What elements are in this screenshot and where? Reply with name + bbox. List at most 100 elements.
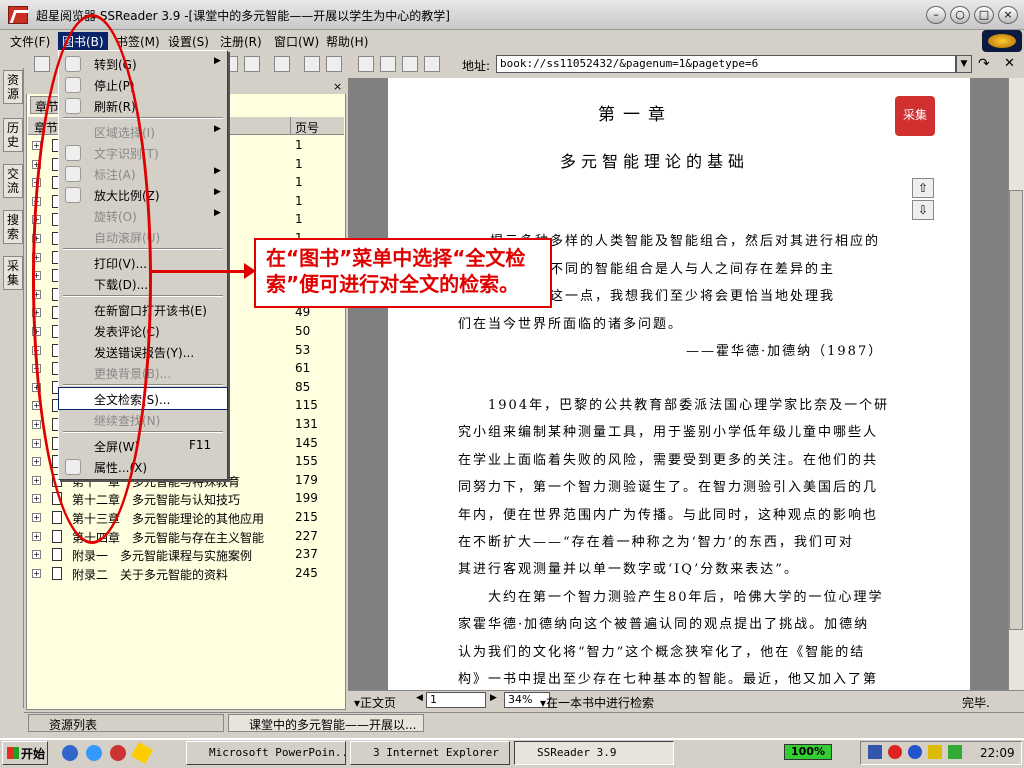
prev-page-icon[interactable]: ◀ [416,693,423,703]
column-header-page[interactable]: 页号 [290,117,340,135]
tree-row[interactable]: + 附录二 关于多元智能的资料 245 [30,565,344,583]
side-tab-resources[interactable]: 资源 [3,70,23,104]
submenu-arrow-icon: ▶ [214,124,221,134]
load-status: 完毕. [962,696,990,710]
book-icon [52,511,62,524]
task-ssreader[interactable]: SSReader 3.9 [514,741,674,765]
down-arrow-icon[interactable] [424,56,440,72]
chapter-page: 1 [295,193,303,208]
start-button[interactable]: 开始 [2,741,48,765]
menu-help[interactable]: 帮助(H) [322,32,372,51]
tray-icon[interactable] [928,745,942,759]
menu-file[interactable]: 文件(F) [6,32,54,51]
chapter-title: 附录二 关于多元智能的资料 [72,567,229,582]
chapter-heading: 第一章 [598,105,673,125]
expand-toggle-icon[interactable]: + [32,420,41,429]
app-quicklaunch-icon[interactable] [110,745,126,761]
toolbar-icon[interactable] [244,56,260,72]
side-tab-history[interactable]: 历史 [3,118,23,152]
panel-close-button[interactable]: × [333,80,342,93]
menu-register[interactable]: 注册(R) [216,32,266,51]
tray-icon[interactable] [868,745,882,759]
page-number-input[interactable]: 1 [426,692,486,708]
side-tab-exchange[interactable]: 交流 [3,164,23,198]
tray-icon[interactable] [888,745,902,759]
body-line: 1904年，巴黎的公共教育部委派法国心理学家比奈及一个研 [488,398,890,413]
epigraph-author: ——霍华德·加德纳（1987） [686,344,884,359]
brand-globe-icon [982,30,1022,52]
toolbar-icon[interactable] [326,56,342,72]
address-input[interactable]: book://ss11052432/&pagenum=1&pagetype=6 [496,55,956,73]
highlight-oval [32,14,152,544]
epigraph-line: 们在当今世界所面临的诸多问题。 [458,316,684,332]
highlight-icon[interactable] [274,56,290,72]
menu-window[interactable]: 窗口(W) [270,32,323,51]
task-internet-explorer[interactable]: 3 Internet Explorer [350,741,510,765]
body-line: 其进行客观测量并以单一数字或‘IQ’分数来表达”。 [458,562,799,578]
side-tab-search[interactable]: 搜索 [3,210,23,244]
callout-text: 在“图书”菜单中选择“全文检索”便可进行对全文的检索。 [266,246,526,296]
expand-toggle-icon[interactable]: + [32,494,41,504]
body-line: 在学业上面临着失败的风险，需要受到更多的关注。在他们的共 [458,452,879,468]
book-icon [52,529,62,543]
chapter-page: 1 [295,175,303,190]
tray-icon[interactable] [908,745,922,759]
address-close-icon[interactable]: ✕ [1004,56,1015,71]
toolbar-icon[interactable] [358,56,374,72]
body-line: 大约在第一个智力测验产生80年后，哈佛大学的一位心理学 [488,589,884,605]
side-tab-collect[interactable]: 采集 [3,256,23,290]
minimize-button[interactable]: – [926,6,946,24]
outlook-quicklaunch-icon[interactable] [86,745,102,761]
submenu-arrow-icon: ▶ [214,208,221,218]
toolbar-icon[interactable] [34,56,50,72]
expand-toggle-icon[interactable]: + [32,457,41,467]
chapter-page: 245 [295,565,318,580]
tree-row[interactable]: + 附录一 多元智能课程与实施案例 237 [30,546,344,564]
book-icon [52,566,62,580]
chapter-page: 53 [295,342,311,357]
chapter-page: 199 [295,491,318,506]
expand-toggle-icon[interactable]: + [32,438,41,448]
expand-toggle-icon[interactable]: + [32,550,41,560]
address-dropdown-icon[interactable]: ▼ [956,55,972,73]
page-down-icon[interactable]: ⇩ [912,200,934,220]
tray-icon[interactable] [948,745,962,759]
tab-resource-list[interactable]: 资源列表 [28,714,224,732]
chapter-page: 227 [295,528,318,543]
chapter-page: 61 [295,361,311,376]
chapter-page: 1 [295,212,303,227]
chapter-page: 215 [295,510,318,524]
search-scope-select[interactable]: ▾在一本书中进行检索 [540,694,654,711]
body-line: 家霍华德·加德纳向这个被普遍认同的观点提出了挑战。加德纳 [458,617,870,633]
toolbar-icon[interactable] [380,56,396,72]
scrollbar-thumb[interactable] [1009,190,1023,630]
ie-quicklaunch-icon[interactable] [62,745,78,761]
submenu-arrow-icon: ▶ [214,187,221,197]
menu-item-shortcut: F11 [189,438,212,452]
expand-toggle-icon[interactable]: + [32,513,41,522]
next-page-icon[interactable]: ▶ [490,693,497,703]
view-mode-select[interactable]: ▾正文页 [354,694,396,711]
chapter-page: 179 [295,472,318,487]
go-arrow-icon[interactable]: ↷ [978,56,990,72]
chapter-page: 155 [295,454,318,469]
chapter-page: 131 [295,417,318,431]
chapter-title: 附录一 多元智能课程与实施案例 [72,549,253,564]
maximize-button[interactable]: □ [974,6,994,24]
collect-stamp-icon[interactable]: 采集 [895,96,935,136]
tab-open-book[interactable]: 课堂中的多元智能——开展以... [228,714,424,732]
task-powerpoint[interactable]: Microsoft PowerPoin... [186,741,346,765]
book-icon [52,548,62,562]
restore-button[interactable]: ○ [950,6,970,24]
toolbar-icon[interactable] [304,56,320,72]
chapter-page: 145 [295,435,318,450]
up-arrow-icon[interactable] [402,56,418,72]
body-line: 在不断扩大——“存在着一种称之为‘智力’的东西，我们可对 [458,535,854,550]
expand-toggle-icon[interactable]: + [32,531,41,541]
expand-toggle-icon[interactable]: + [32,475,41,485]
close-button[interactable]: × [998,6,1018,24]
menu-settings[interactable]: 设置(S) [164,32,213,51]
page-up-icon[interactable]: ⇧ [912,178,934,198]
expand-toggle-icon[interactable]: + [32,568,41,578]
clock: 22:09 [980,746,1015,760]
